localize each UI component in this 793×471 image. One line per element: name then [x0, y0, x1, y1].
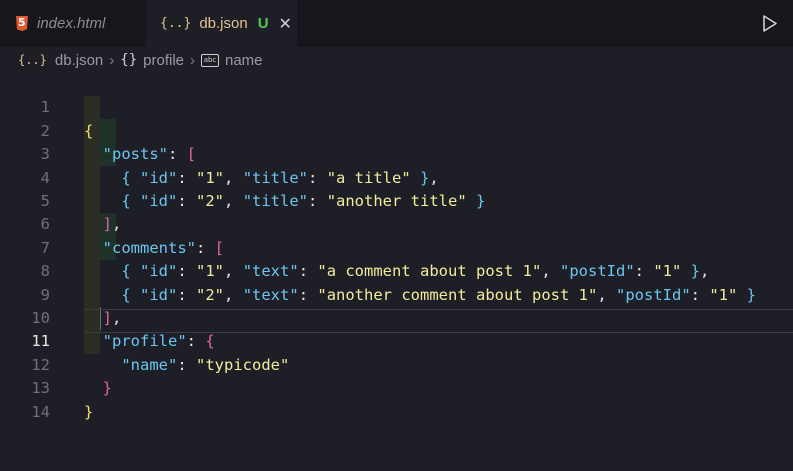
- code-line: 6 "comments": [: [0, 190, 793, 256]
- breadcrumb: {..} db.json › {} profile › abc name: [0, 47, 793, 73]
- breadcrumb-profile[interactable]: profile: [143, 52, 184, 69]
- code-line: 3 { "id": "1", "title": "a title" },: [0, 120, 793, 186]
- chevron-right-icon: ›: [190, 51, 195, 69]
- breadcrumb-file[interactable]: db.json: [55, 52, 103, 69]
- object-icon: {}: [120, 52, 138, 68]
- code-editor[interactable]: 1 { 2 "posts": [ 3 { "id": "1", "title":…: [0, 73, 793, 421]
- code-line: 7 { "id": "1", "text": "a comment about …: [0, 213, 793, 280]
- code-line: 9 ],: [0, 260, 793, 327]
- tab-index-html[interactable]: index.html: [0, 0, 146, 47]
- untracked-badge: U: [257, 15, 269, 32]
- code-line: 1 {: [0, 73, 793, 139]
- tab-label: index.html: [37, 15, 106, 32]
- code-line: 8 { "id": "2", "text": "another comment …: [0, 237, 793, 303]
- tab-label: db.json: [199, 15, 248, 32]
- code-line: 10 "profile": {: [0, 284, 793, 350]
- string-icon: abc: [201, 53, 219, 67]
- line-number: 14: [31, 402, 50, 421]
- tab-bar: index.html {..} db.json U ✕: [0, 0, 793, 47]
- code-line: 12 }: [0, 330, 793, 397]
- json-icon: {..}: [18, 53, 47, 67]
- chevron-right-icon: ›: [109, 51, 115, 69]
- code-line: 4 { "id": "2", "title": "another title" …: [0, 143, 793, 210]
- html5-icon: [16, 16, 28, 31]
- run-icon[interactable]: [763, 15, 777, 36]
- code-line: 14: [0, 377, 793, 421]
- close-icon[interactable]: ✕: [279, 14, 292, 34]
- tab-db-json[interactable]: {..} db.json U ✕: [146, 0, 297, 47]
- code-line: 5 ],: [0, 167, 793, 233]
- line-code: }: [84, 402, 94, 421]
- code-line: 13 }: [0, 354, 793, 420]
- code-line-active: 11 "name": "typicode": [0, 307, 793, 373]
- breadcrumb-name[interactable]: name: [225, 52, 263, 69]
- code-line: 2 "posts": [: [0, 96, 793, 163]
- json-icon: {..}: [160, 16, 192, 31]
